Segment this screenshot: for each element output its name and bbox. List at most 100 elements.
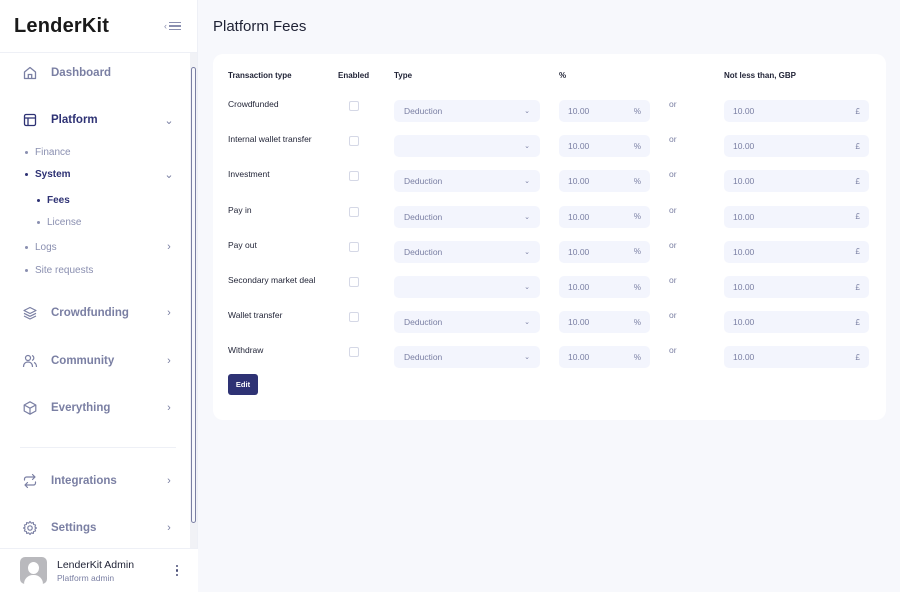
or-label: or — [669, 239, 677, 250]
chevron-down-icon: ⌄ — [524, 143, 530, 151]
avatar[interactable] — [20, 557, 47, 584]
min-gbp-value: 10.00 — [733, 211, 755, 222]
type-select[interactable]: ⌄ — [394, 135, 540, 158]
bullet-icon — [25, 172, 28, 176]
fees-card: Transaction type Enabled Type % Not less… — [213, 54, 886, 420]
collapse-sidebar-button[interactable]: ‹ — [164, 20, 181, 33]
bullet-icon — [25, 245, 28, 249]
bullet-icon — [37, 198, 40, 202]
type-select[interactable]: Deduction ⌄ — [394, 240, 540, 263]
sidebar-item-crowdfunding[interactable]: Crowdfunding › — [20, 301, 176, 325]
sidebar-item-label: Fees — [47, 194, 70, 206]
table-row: Crowdfunded Deduction ⌄ 10.00 % or 10.00… — [213, 99, 886, 123]
sidebar-item-site-requests[interactable]: Site requests — [25, 262, 176, 278]
logo-bar: LenderKit ‹ — [0, 0, 197, 53]
sidebar-scrollbar[interactable] — [190, 53, 197, 548]
percent-input[interactable]: 10.00 % — [559, 135, 650, 158]
home-icon — [20, 63, 40, 83]
type-select[interactable]: Deduction ⌄ — [394, 100, 540, 122]
bullet-icon — [25, 150, 28, 154]
user-panel: LenderKit Admin Platform admin — [0, 548, 198, 592]
percent-value: 10.00 — [568, 141, 590, 152]
percent-input[interactable]: 10.00 % — [559, 240, 650, 263]
logo[interactable]: LenderKit — [14, 15, 109, 38]
transaction-type-label: Crowdfunded — [228, 99, 279, 109]
sidebar-item-logs[interactable]: Logs › — [25, 239, 176, 255]
percent-input[interactable]: 10.00 % — [559, 205, 650, 228]
sidebar-item-label: Platform — [51, 114, 98, 126]
pound-suffix: £ — [855, 247, 860, 257]
header-transaction-type: Transaction type — [228, 71, 292, 80]
chevron-down-icon: ⌄ — [524, 319, 530, 327]
table-row: Pay in Deduction ⌄ 10.00 % or 10.00 £ — [213, 205, 886, 229]
users-icon — [20, 351, 40, 371]
enabled-checkbox[interactable] — [349, 312, 359, 323]
scrollbar-thumb[interactable] — [191, 67, 196, 523]
pound-suffix: £ — [855, 106, 860, 116]
sidebar-item-integrations[interactable]: Integrations › — [20, 469, 176, 493]
sidebar-item-platform[interactable]: Platform ⌄ — [20, 108, 176, 132]
percent-value: 10.00 — [568, 317, 590, 328]
percent-suffix: % — [633, 176, 641, 186]
edit-button[interactable]: Edit — [228, 374, 258, 395]
percent-suffix: % — [633, 247, 641, 257]
sidebar-item-everything[interactable]: Everything › — [20, 396, 176, 420]
enabled-checkbox[interactable] — [349, 206, 359, 217]
percent-input[interactable]: 10.00 % — [559, 276, 650, 298]
type-select[interactable]: Deduction ⌄ — [394, 170, 540, 193]
chevron-down-icon: ⌄ — [524, 213, 530, 221]
enabled-checkbox[interactable] — [349, 347, 359, 358]
min-gbp-input[interactable]: 10.00 £ — [724, 135, 869, 158]
transaction-type-label: Pay in — [228, 204, 252, 215]
transaction-type-label: Pay out — [228, 239, 257, 250]
percent-suffix: % — [633, 212, 641, 222]
sidebar-item-fees[interactable]: Fees — [37, 192, 176, 208]
page-title: Platform Fees — [213, 18, 307, 35]
sidebar-item-system[interactable]: System ⌄ — [25, 166, 176, 182]
enabled-checkbox[interactable] — [349, 171, 359, 182]
sidebar-item-label: Finance — [35, 146, 71, 158]
sidebar-item-finance[interactable]: Finance — [25, 144, 176, 160]
percent-input[interactable]: 10.00 % — [559, 346, 650, 369]
min-gbp-input[interactable]: 10.00 £ — [724, 346, 869, 369]
percent-suffix: % — [633, 352, 641, 362]
min-gbp-input[interactable]: 10.00 £ — [724, 205, 869, 228]
more-options-icon[interactable] — [172, 564, 182, 577]
min-gbp-input[interactable]: 10.00 £ — [724, 276, 869, 298]
pound-suffix: £ — [855, 141, 860, 151]
enabled-checkbox[interactable] — [349, 241, 359, 252]
min-gbp-input[interactable]: 10.00 £ — [724, 100, 869, 122]
chevron-left-icon: ‹ — [164, 21, 167, 31]
min-gbp-input[interactable]: 10.00 £ — [724, 170, 869, 193]
enabled-checkbox[interactable] — [349, 277, 359, 287]
percent-value: 10.00 — [568, 106, 590, 116]
enabled-checkbox[interactable] — [349, 101, 359, 111]
sidebar-item-dashboard[interactable]: Dashboard — [20, 61, 176, 85]
type-select-value: Deduction — [404, 317, 443, 328]
user-name: LenderKit Admin — [57, 558, 135, 571]
or-label: or — [669, 345, 677, 356]
sidebar-item-license[interactable]: License — [37, 214, 176, 230]
percent-input[interactable]: 10.00 % — [559, 100, 650, 122]
sidebar-item-settings[interactable]: Settings › — [20, 516, 176, 540]
table-row: Withdraw Deduction ⌄ 10.00 % or 10.00 £ — [213, 345, 886, 369]
type-select-value: Deduction — [404, 246, 443, 257]
type-select[interactable]: Deduction ⌄ — [394, 346, 540, 369]
type-select[interactable]: Deduction ⌄ — [394, 205, 540, 228]
pound-suffix: £ — [855, 282, 860, 292]
percent-input[interactable]: 10.00 % — [559, 311, 650, 334]
pound-suffix: £ — [855, 352, 860, 362]
box-icon — [20, 398, 40, 418]
sidebar-item-community[interactable]: Community › — [20, 349, 176, 373]
percent-input[interactable]: 10.00 % — [559, 170, 650, 193]
or-label: or — [669, 169, 677, 180]
type-select[interactable]: Deduction ⌄ — [394, 311, 540, 334]
min-gbp-input[interactable]: 10.00 £ — [724, 240, 869, 263]
table-row: Wallet transfer Deduction ⌄ 10.00 % or 1… — [213, 310, 886, 334]
enabled-checkbox[interactable] — [349, 136, 359, 147]
table-row: Secondary market deal ⌄ 10.00 % or 10.00… — [213, 275, 886, 299]
header-enabled: Enabled — [338, 71, 370, 80]
min-gbp-input[interactable]: 10.00 £ — [724, 311, 869, 334]
type-select[interactable]: ⌄ — [394, 276, 540, 298]
min-gbp-value: 10.00 — [733, 176, 755, 187]
